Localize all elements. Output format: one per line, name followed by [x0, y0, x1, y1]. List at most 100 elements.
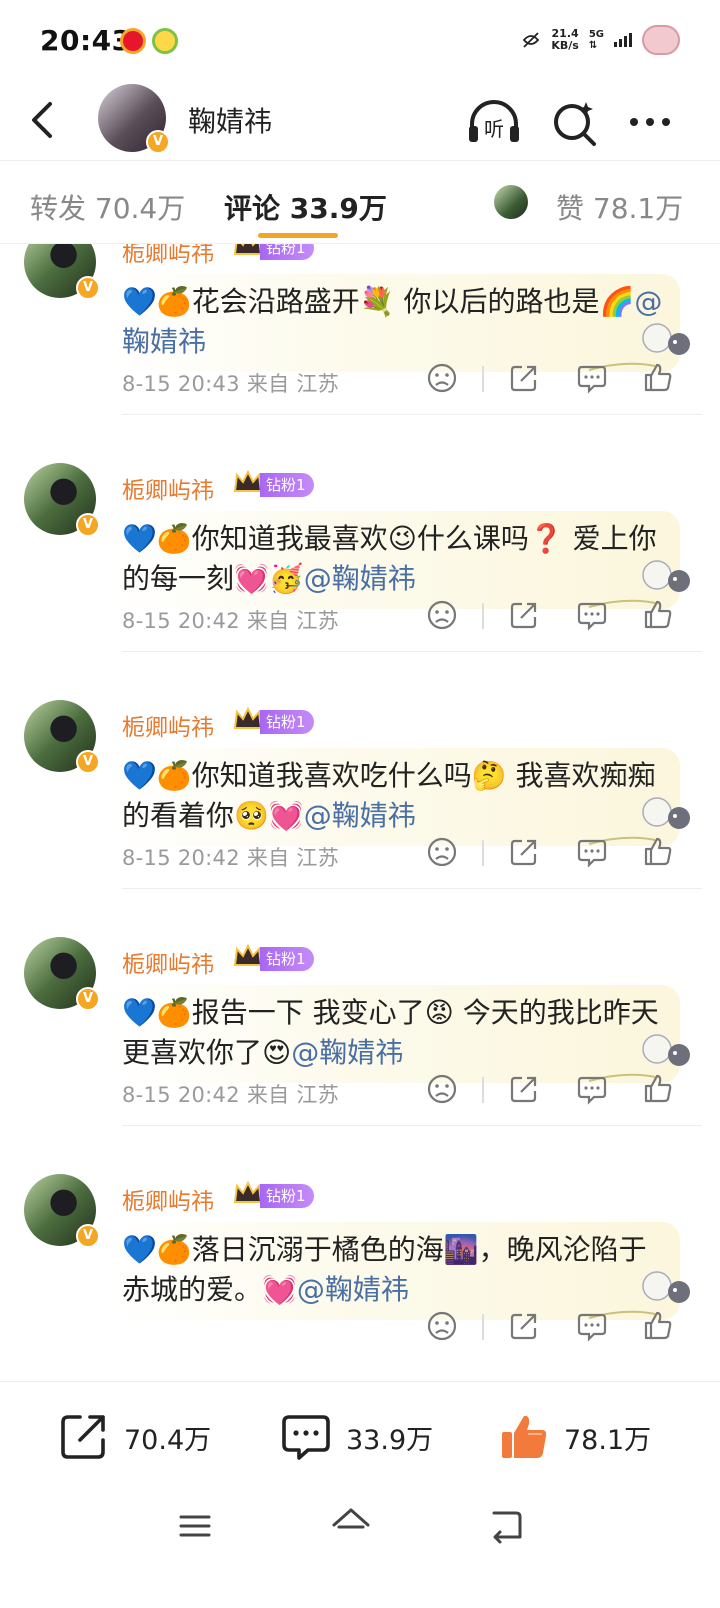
bottom-repost-button[interactable]: 70.4万 — [58, 1412, 211, 1462]
mention-link[interactable]: @鞠婧祎 — [297, 1273, 409, 1306]
comment-count: 33.9万 — [346, 1424, 434, 1456]
author-name[interactable]: 鞠婧祎 — [188, 100, 272, 140]
repost-button[interactable] — [508, 599, 540, 631]
network-label: 5G — [588, 29, 604, 40]
verified-badge-icon: V — [146, 130, 170, 154]
comment-item: V 栀卿屿祎 钻粉1 💙🍊你知道我喜欢吃什么吗🤔 我喜欢痴痴的看着你🥺💓@鞠婧祎… — [0, 688, 720, 925]
net-speed-unit: KB/s — [551, 39, 579, 52]
fan-level-badge: 钻粉1 — [260, 244, 314, 260]
tab-comment[interactable]: 评论 33.9万 — [224, 187, 387, 227]
verified-badge-icon: V — [76, 750, 100, 774]
tab-repost[interactable]: 转发 70.4万 — [30, 187, 185, 227]
net-speed: 21.4 KB/s — [551, 28, 578, 52]
dislike-button[interactable] — [426, 836, 458, 868]
commenter-name[interactable]: 栀卿屿祎 — [122, 1182, 214, 1216]
comment-separator — [122, 651, 702, 652]
tabs-bar: 转发 70.4万 评论 33.9万 赞 78.1万 — [0, 160, 720, 244]
nav-home-button[interactable] — [330, 1505, 372, 1545]
like-button[interactable] — [642, 1073, 674, 1105]
mention-link[interactable]: @鞠婧祎 — [304, 799, 416, 832]
tab-like[interactable]: 赞 78.1万 — [556, 187, 683, 227]
nav-menu-button[interactable] — [178, 1509, 212, 1543]
dislike-button[interactable] — [426, 599, 458, 631]
comment-separator — [122, 414, 702, 415]
nav-back-button[interactable] — [488, 1507, 524, 1545]
status-bar: 20:43 21.4 KB/s 5G ⇅ — [0, 0, 720, 80]
reply-button[interactable] — [576, 362, 608, 394]
tab-active-indicator — [258, 233, 338, 238]
like-button[interactable] — [642, 836, 674, 868]
weibo-comments-screen: 20:43 21.4 KB/s 5G ⇅ V 鞠婧祎 听 转发 70.4万 评论… — [0, 0, 720, 1608]
comment-body: 💙🍊花会沿路盛开💐 你以后的路也是🌈 — [122, 285, 635, 318]
fan-level-badge: 钻粉1 — [260, 473, 314, 497]
comment-separator — [122, 888, 702, 889]
commenter-avatar[interactable]: V — [24, 244, 100, 300]
signal-icon — [614, 33, 632, 47]
comment-item: V 栀卿屿祎 钻粉1 💙🍊落日沉溺于橘色的海🌆，晚风沦陷于赤城的爱。💓@鞠婧祎 — [0, 1162, 720, 1381]
author-avatar[interactable]: V — [98, 84, 170, 154]
weibo-notification-icon — [120, 28, 146, 54]
verified-badge-icon: V — [76, 987, 100, 1011]
repost-button[interactable] — [508, 1073, 540, 1105]
like-button[interactable] — [642, 362, 674, 394]
status-time: 20:43 — [40, 24, 132, 57]
network-type: 5G ⇅ — [589, 29, 604, 51]
action-divider — [482, 840, 484, 866]
dislike-button[interactable] — [426, 1310, 458, 1342]
dislike-button[interactable] — [426, 362, 458, 394]
more-button[interactable] — [624, 96, 676, 148]
nfc-off-icon — [523, 32, 540, 48]
top-nav-header: V 鞠婧祎 听 — [0, 80, 720, 160]
commenter-name[interactable]: 栀卿屿祎 — [122, 945, 214, 979]
fan-level-badge: 钻粉1 — [260, 710, 314, 734]
fan-level-badge: 钻粉1 — [260, 1184, 314, 1208]
commenter-avatar[interactable]: V — [24, 1174, 100, 1248]
bottom-like-button[interactable]: 78.1万 — [498, 1412, 651, 1462]
share-arrow-icon — [61, 1415, 105, 1459]
chat-bubble-icon — [282, 1415, 330, 1460]
commenter-name[interactable]: 栀卿屿祎 — [122, 244, 214, 268]
search-button[interactable] — [550, 96, 598, 148]
comments-list: V 栀卿屿祎 钻粉1 💙🍊花会沿路盛开💐 你以后的路也是🌈 @鞠婧祎 8-15 2… — [0, 244, 720, 1381]
bottom-action-bar: 70.4万 33.9万 78.1万 — [0, 1381, 720, 1491]
action-divider — [482, 1077, 484, 1103]
repost-button[interactable] — [508, 1310, 540, 1342]
repost-count: 70.4万 — [124, 1424, 212, 1456]
repost-button[interactable] — [508, 362, 540, 394]
comment-meta: 8-15 20:43 来自 江苏 — [122, 372, 340, 396]
listen-button[interactable]: 听 — [466, 96, 522, 148]
comment-item: V 栀卿屿祎 钻粉1 💙🍊报告一下 我变心了😡 今天的我比昨天更喜欢你了😍@鞠婧… — [0, 925, 720, 1162]
listen-label: 听 — [484, 117, 504, 141]
mention-link[interactable]: @鞠婧祎 — [304, 562, 416, 595]
commenter-avatar[interactable]: V — [24, 700, 100, 774]
comment-separator — [122, 1125, 702, 1126]
reply-button[interactable] — [576, 599, 608, 631]
data-arrows-icon: ⇅ — [588, 40, 598, 51]
comment-meta: 8-15 20:42 来自 江苏 — [122, 1083, 340, 1107]
action-divider — [482, 366, 484, 392]
like-button[interactable] — [642, 1310, 674, 1342]
action-divider — [482, 1314, 484, 1340]
dislike-button[interactable] — [426, 1073, 458, 1105]
mention-link[interactable]: @鞠婧祎 — [291, 1036, 403, 1069]
verified-badge-icon: V — [76, 276, 100, 300]
comment-item: V 栀卿屿祎 钻粉1 💙🍊花会沿路盛开💐 你以后的路也是🌈@鞠婧祎 8-15 2… — [0, 244, 720, 451]
like-button[interactable] — [642, 599, 674, 631]
system-navigation-bar — [0, 1491, 720, 1608]
commenter-name[interactable]: 栀卿屿祎 — [122, 708, 214, 742]
bottom-comment-button[interactable]: 33.9万 — [280, 1412, 433, 1462]
commenter-avatar[interactable]: V — [24, 463, 100, 537]
like-count: 78.1万 — [564, 1424, 652, 1456]
verified-badge-icon: V — [76, 1224, 100, 1248]
status-indicators: 21.4 KB/s 5G ⇅ — [521, 22, 680, 58]
back-button[interactable] — [24, 96, 64, 144]
thumbs-up-icon — [502, 1415, 547, 1458]
repost-button[interactable] — [508, 836, 540, 868]
commenter-avatar[interactable]: V — [24, 937, 100, 1011]
reply-button[interactable] — [576, 836, 608, 868]
reply-button[interactable] — [576, 1073, 608, 1105]
comment-meta: 8-15 20:42 来自 江苏 — [122, 609, 340, 633]
reply-button[interactable] — [576, 1310, 608, 1342]
verified-badge-icon: V — [76, 513, 100, 537]
commenter-name[interactable]: 栀卿屿祎 — [122, 471, 214, 505]
